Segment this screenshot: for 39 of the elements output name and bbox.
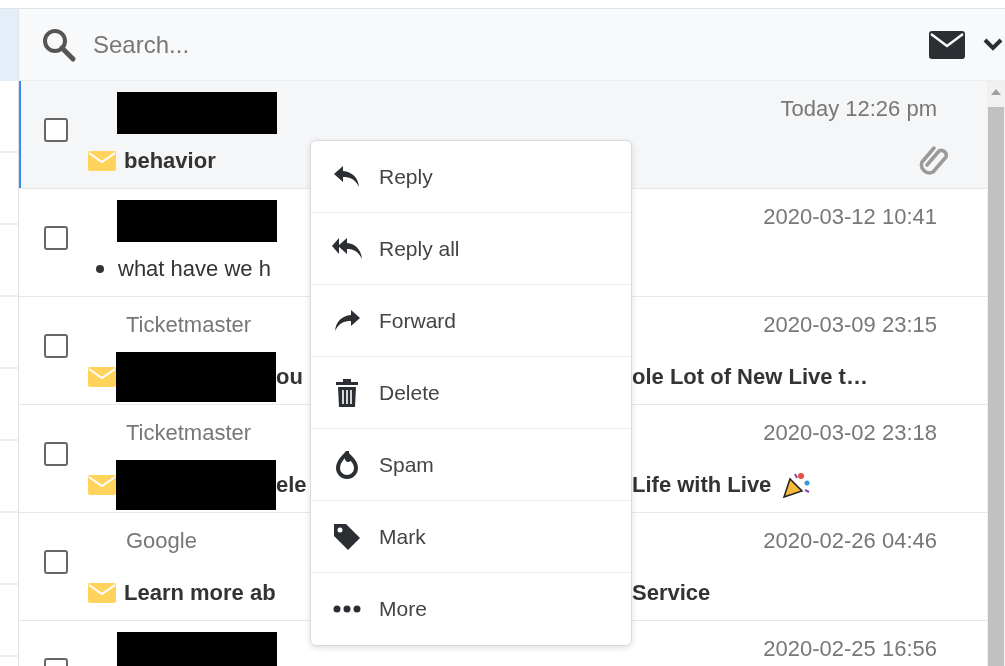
email-time: 2020-02-25 16:56 — [763, 635, 937, 662]
menu-item[interactable]: Mark — [311, 501, 631, 573]
menu-item[interactable]: Forward — [311, 285, 631, 357]
checkbox[interactable] — [44, 441, 68, 466]
chevron-down-icon[interactable] — [983, 37, 1003, 52]
email-subject: Learn more ab — [124, 580, 276, 606]
email-subject: what have we h — [118, 256, 271, 282]
email-time: Today 12:26 pm — [780, 95, 937, 122]
search-input[interactable]: Search... — [91, 29, 919, 60]
checkbox[interactable] — [44, 549, 68, 574]
sidebar-strip — [0, 9, 18, 81]
email-subject: Service — [632, 580, 711, 606]
checkbox[interactable] — [44, 333, 68, 358]
search-field[interactable]: Search... — [19, 9, 1005, 81]
email-subject: ele — [276, 472, 307, 498]
menu-item[interactable]: Delete — [311, 357, 631, 429]
sender-name: Ticketmaster — [126, 311, 252, 338]
email-time: 2020-03-09 23:15 — [763, 311, 937, 338]
menu-item[interactable]: Reply — [311, 141, 631, 213]
email-subject: ole Lot of New Live t… — [632, 364, 868, 390]
checkbox[interactable] — [44, 117, 68, 142]
sender-name: Ticketmaster — [126, 419, 252, 446]
envelope-icon[interactable] — [929, 30, 965, 59]
email-time: 2020-03-02 23:18 — [763, 419, 937, 446]
email-time: 2020-02-26 04:46 — [763, 527, 937, 554]
menu-item[interactable]: Reply all — [311, 213, 631, 285]
scrollbar-thumb[interactable] — [988, 107, 1004, 666]
sender-name: Google — [126, 527, 197, 554]
checkbox[interactable] — [44, 225, 68, 250]
email-subject: behavior — [124, 148, 216, 174]
menu-item[interactable]: Spam — [311, 429, 631, 501]
search-icon[interactable] — [41, 26, 77, 63]
scrollbar[interactable] — [987, 81, 1005, 666]
more-icon — [331, 605, 363, 613]
email-subject: Life with Live — [632, 472, 772, 498]
email-time: 2020-03-12 10:41 — [763, 203, 937, 230]
tag-icon — [331, 522, 363, 551]
menu-item[interactable]: More — [311, 573, 631, 645]
email-subject: ou — [276, 364, 303, 390]
